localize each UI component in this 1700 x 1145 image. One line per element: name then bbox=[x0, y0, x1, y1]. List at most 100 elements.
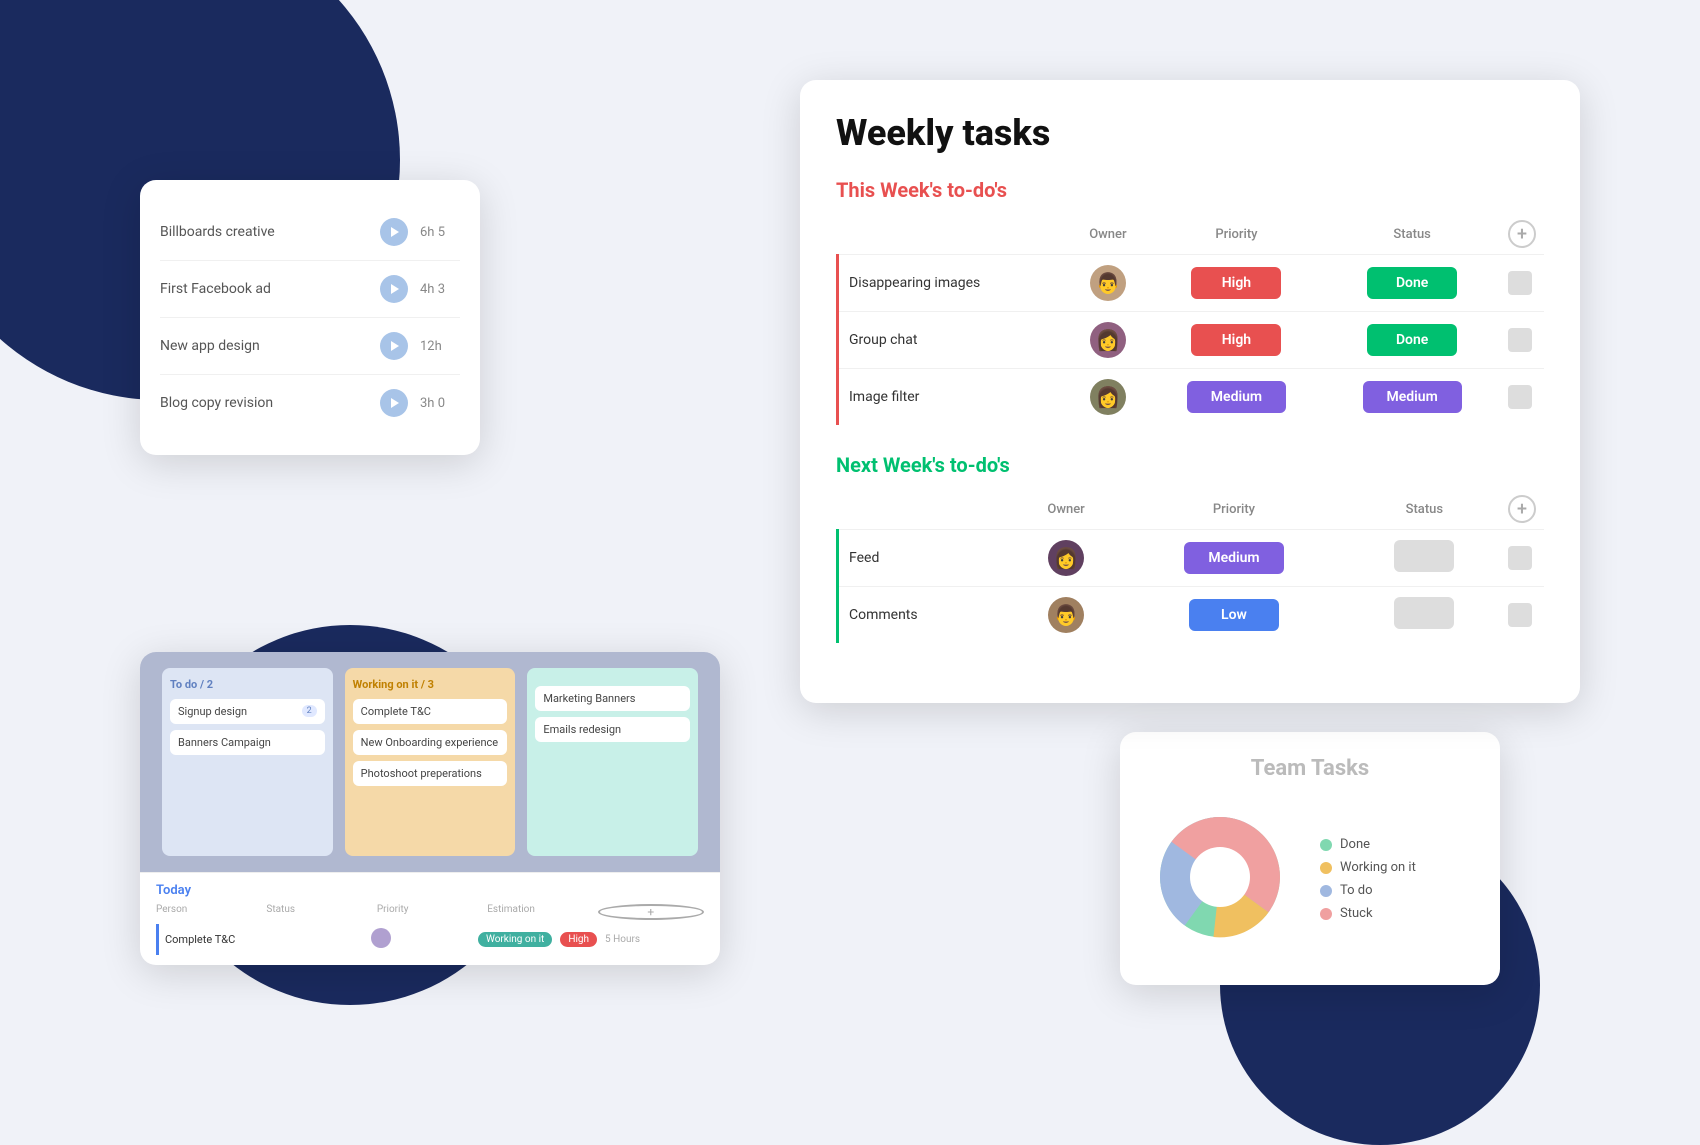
status-badge: Done bbox=[1367, 324, 1457, 356]
status-empty bbox=[1394, 597, 1454, 629]
table-row: Disappearing images 👨 High Done bbox=[838, 255, 1545, 312]
kanban-column-done: Marketing Banners Emails redesign bbox=[527, 668, 698, 856]
team-tasks-card: Team Tasks bbox=[1120, 732, 1500, 985]
owner-cell: 👨 bbox=[1013, 587, 1119, 644]
col-owner: Owner bbox=[1013, 489, 1119, 530]
row-menu[interactable] bbox=[1508, 328, 1532, 352]
kanban-item[interactable]: Photoshoot preperations bbox=[353, 761, 508, 786]
avatar: 👩 bbox=[1090, 379, 1126, 415]
legend-item-todo: To do bbox=[1320, 883, 1416, 898]
play-button[interactable] bbox=[380, 218, 408, 246]
priority-badge: Medium bbox=[1184, 542, 1283, 574]
kanban-board: To do / 2 Signup design 2 Banners Campai… bbox=[140, 652, 720, 872]
col-add: + bbox=[1500, 214, 1544, 255]
status-cell bbox=[1349, 587, 1500, 644]
status-badge: Medium bbox=[1363, 381, 1462, 413]
priority-cell: Medium bbox=[1119, 530, 1348, 587]
table-row: Comments 👨 Low bbox=[838, 587, 1545, 644]
priority-cell: High bbox=[1149, 312, 1325, 369]
legend-dot-todo bbox=[1320, 885, 1332, 897]
today-task-name: Complete T&C bbox=[165, 933, 363, 946]
owner-cell: 👩 bbox=[1013, 530, 1119, 587]
priority-cell: Medium bbox=[1149, 369, 1325, 426]
tracker-label: New app design bbox=[160, 338, 368, 354]
kanban-item[interactable]: Banners Campaign bbox=[170, 730, 325, 755]
legend-item-done: Done bbox=[1320, 837, 1416, 852]
today-person bbox=[371, 928, 470, 951]
priority-badge: High bbox=[1191, 324, 1281, 356]
table-row: Image filter 👩 Medium Medium bbox=[838, 369, 1545, 426]
kanban-card: To do / 2 Signup design 2 Banners Campai… bbox=[140, 652, 720, 965]
col-task bbox=[838, 214, 1068, 255]
row-menu[interactable] bbox=[1508, 603, 1532, 627]
play-button[interactable] bbox=[380, 332, 408, 360]
tracker-row: Blog copy revision 3h 0 bbox=[160, 375, 460, 431]
legend-item-working: Working on it bbox=[1320, 860, 1416, 875]
today-status: Working on it bbox=[478, 932, 552, 947]
col-owner: Owner bbox=[1067, 214, 1148, 255]
legend: Done Working on it To do Stuck bbox=[1320, 837, 1416, 921]
row-action bbox=[1500, 312, 1544, 369]
kanban-item[interactable]: Signup design 2 bbox=[170, 699, 325, 724]
add-column-icon[interactable]: + bbox=[1508, 495, 1536, 523]
task-name: Disappearing images bbox=[838, 255, 1068, 312]
this-week-section-title: This Week's to-do's bbox=[836, 178, 1544, 202]
status-cell: Done bbox=[1324, 312, 1500, 369]
tracker-label: First Facebook ad bbox=[160, 281, 368, 297]
owner-cell: 👩 bbox=[1067, 369, 1148, 426]
legend-dot-stuck bbox=[1320, 908, 1332, 920]
row-action bbox=[1500, 255, 1544, 312]
row-action bbox=[1500, 369, 1544, 426]
col-task bbox=[838, 489, 1013, 530]
avatar: 👩 bbox=[1090, 322, 1126, 358]
avatar: 👨 bbox=[1090, 265, 1126, 301]
priority-badge: High bbox=[1191, 267, 1281, 299]
avatar bbox=[371, 928, 391, 948]
play-button[interactable] bbox=[380, 389, 408, 417]
row-menu[interactable] bbox=[1508, 385, 1532, 409]
tracker-row: New app design 12h bbox=[160, 318, 460, 375]
this-week-table: Owner Priority Status + Disappearing ima… bbox=[836, 214, 1544, 425]
tracker-row: Billboards creative 6h 5 bbox=[160, 204, 460, 261]
today-section: Today Person Status Priority Estimation … bbox=[140, 872, 720, 965]
team-tasks-title: Team Tasks bbox=[1140, 756, 1480, 781]
kanban-item[interactable]: Emails redesign bbox=[535, 717, 690, 742]
tracker-time: 12h bbox=[420, 339, 460, 354]
row-action bbox=[1500, 587, 1544, 644]
avatar: 👨 bbox=[1048, 597, 1084, 633]
team-tasks-content: Done Working on it To do Stuck bbox=[1140, 797, 1480, 961]
priority-badge: Low bbox=[1189, 599, 1279, 631]
col-add: + bbox=[1500, 489, 1544, 530]
avatar: 👩 bbox=[1048, 540, 1084, 576]
status-badge: Done bbox=[1367, 267, 1457, 299]
kanban-col-header-working: Working on it / 3 bbox=[353, 678, 508, 691]
kanban-item[interactable]: New Onboarding experience bbox=[353, 730, 508, 755]
kanban-item[interactable]: Marketing Banners bbox=[535, 686, 690, 711]
priority-cell: Low bbox=[1119, 587, 1348, 644]
kanban-column-todo: To do / 2 Signup design 2 Banners Campai… bbox=[162, 668, 333, 856]
add-column-icon[interactable]: + bbox=[1508, 220, 1536, 248]
add-column-button[interactable]: + bbox=[598, 904, 704, 920]
kanban-column-working: Working on it / 3 Complete T&C New Onboa… bbox=[345, 668, 516, 856]
today-estimation: 5 Hours bbox=[605, 934, 704, 945]
today-title: Today bbox=[156, 883, 704, 898]
col-status: Status bbox=[1324, 214, 1500, 255]
legend-dot-working bbox=[1320, 862, 1332, 874]
tracker-row: First Facebook ad 4h 3 bbox=[160, 261, 460, 318]
task-name: Image filter bbox=[838, 369, 1068, 426]
task-name: Comments bbox=[838, 587, 1013, 644]
next-week-table: Owner Priority Status + Feed 👩 Medium bbox=[836, 489, 1544, 643]
owner-cell: 👩 bbox=[1067, 312, 1148, 369]
row-menu[interactable] bbox=[1508, 546, 1532, 570]
status-cell bbox=[1349, 530, 1500, 587]
status-cell: Medium bbox=[1324, 369, 1500, 426]
next-week-section-title: Next Week's to-do's bbox=[836, 453, 1544, 477]
row-menu[interactable] bbox=[1508, 271, 1532, 295]
legend-item-stuck: Stuck bbox=[1320, 906, 1416, 921]
play-button[interactable] bbox=[380, 275, 408, 303]
status-empty bbox=[1394, 540, 1454, 572]
row-action bbox=[1500, 530, 1544, 587]
table-row: Group chat 👩 High Done bbox=[838, 312, 1545, 369]
kanban-item[interactable]: Complete T&C bbox=[353, 699, 508, 724]
status-cell: Done bbox=[1324, 255, 1500, 312]
